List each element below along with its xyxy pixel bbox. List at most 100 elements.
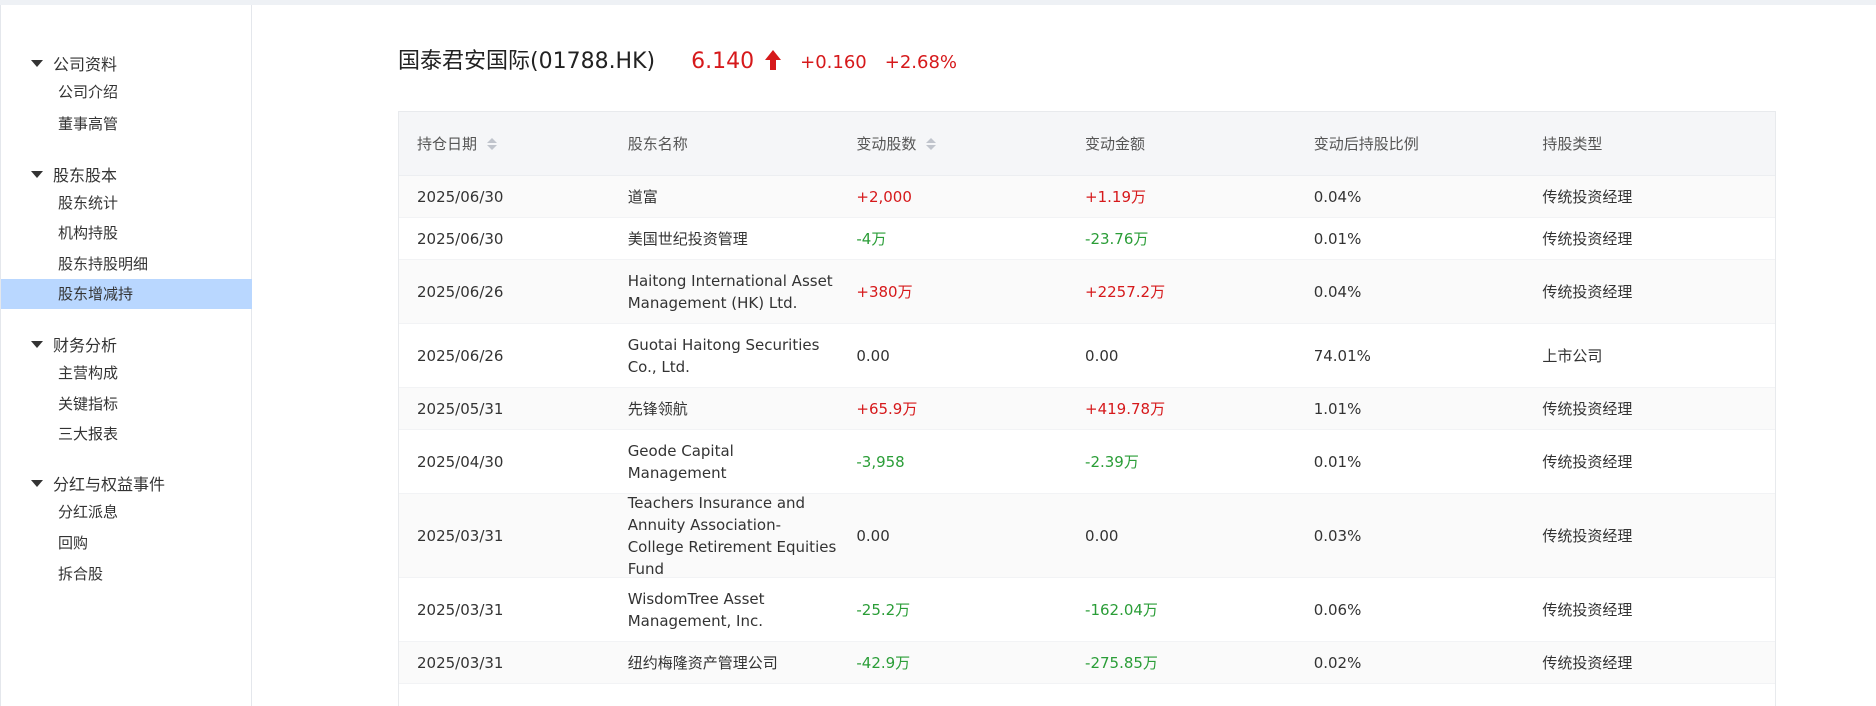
- sort-icon[interactable]: [487, 137, 498, 150]
- nav-item-main-business[interactable]: 主营构成: [1, 358, 252, 388]
- nav-item-dividend[interactable]: 分红派息: [1, 497, 252, 527]
- cell-amount: -162.04万: [1085, 600, 1158, 619]
- cell-date: 2025/06/26: [417, 346, 504, 365]
- cell-ratio: 0.01%: [1313, 452, 1362, 471]
- header-amount: 变动金额: [1085, 135, 1146, 153]
- cell-amount: -2.39万: [1085, 452, 1139, 471]
- cell-type: 传统投资经理: [1542, 229, 1633, 248]
- cell-shares: +65.9万: [856, 399, 918, 418]
- cell-amount: +419.78万: [1085, 399, 1166, 418]
- cell-shares: 0.00: [856, 526, 890, 545]
- cell-type: 传统投资经理: [1542, 452, 1633, 471]
- nav-item-executives[interactable]: 董事高管: [1, 109, 252, 139]
- cell-amount: 0.00: [1085, 346, 1119, 365]
- nav-group-title[interactable]: 财务分析: [31, 332, 117, 356]
- cell-shares: +380万: [856, 282, 913, 301]
- price-change-pct: +2.68%: [884, 52, 957, 73]
- cell-shares: -4万: [856, 229, 887, 248]
- nav-item-shareholder-stats[interactable]: 股东统计: [1, 188, 252, 218]
- caret-down-icon: [31, 59, 43, 67]
- table-row: 2025/03/31 纽约梅隆资产管理公司 -42.9万 -275.85万 0.02% 传…: [399, 642, 1775, 684]
- header-shares[interactable]: 变动股数: [856, 133, 1085, 154]
- table-row: 2025/05/31 先锋领航 +65.9万 +419.78万 1.01% 传统投资经理: [399, 388, 1775, 430]
- header-date[interactable]: 持仓日期: [399, 133, 628, 154]
- cell-type: 传统投资经理: [1542, 282, 1633, 301]
- table-body: 2025/06/30嘉信投资管理+10.25万+60.76万0.03%传统投资经…: [399, 140, 1775, 684]
- nav-item-holding-changes[interactable]: 股东增减持: [1, 279, 252, 309]
- cell-type: 传统投资经理: [1542, 526, 1633, 545]
- nav-group-title[interactable]: 公司资料: [31, 51, 117, 75]
- holding-changes-table: 持仓日期 股东名称 变动股数 变动金额 变动后持股比例 持股类型 2025/06…: [398, 111, 1776, 706]
- nav-item-buyback[interactable]: 回购: [1, 528, 252, 558]
- cell-date: 2025/03/31: [417, 526, 504, 545]
- cell-shares: +2,000: [856, 187, 912, 206]
- nav-item-statements[interactable]: 三大报表: [1, 419, 252, 449]
- cell-holder: Haitong International Asset Management (…: [627, 271, 833, 312]
- nav-group-title[interactable]: 股东股本: [31, 162, 117, 186]
- sidebar: 公司资料 公司介绍 董事高管 股东股本 股东统计 机构持股 股东持股明细 股东增…: [0, 5, 252, 706]
- stock-header: 国泰君安国际(01788.HK) 6.140 +0.160 +2.68%: [398, 43, 957, 75]
- cell-holder: 先锋领航: [627, 399, 688, 418]
- table-row: 2025/04/30 Geode Capital Management -3,958…: [399, 430, 1775, 494]
- caret-down-icon: [31, 340, 43, 348]
- table-row: 2025/06/26 Haitong International Asset Ma…: [399, 260, 1775, 324]
- sort-icon[interactable]: [926, 137, 937, 150]
- table-row: 2025/06/30 美国世纪投资管理 -4万 -23.76万 0.01% 传统投资经理: [399, 218, 1775, 260]
- nav-item-split[interactable]: 拆合股: [1, 559, 252, 589]
- cell-holder: Guotai Haitong Securities Co., Ltd.: [627, 335, 820, 376]
- cell-holder: 纽约梅隆资产管理公司: [627, 653, 778, 672]
- cell-type: 传统投资经理: [1542, 399, 1633, 418]
- cell-holder: Geode Capital Management: [627, 441, 734, 482]
- header-type: 持股类型: [1542, 135, 1603, 153]
- caret-down-icon: [31, 479, 43, 487]
- cell-amount: -275.85万: [1085, 653, 1158, 672]
- price-change: +0.160: [800, 52, 867, 73]
- cell-ratio: 0.06%: [1313, 600, 1362, 619]
- cell-type: 传统投资经理: [1542, 653, 1633, 672]
- cell-date: 2025/03/31: [417, 600, 504, 619]
- header-ratio: 变动后持股比例: [1313, 135, 1419, 153]
- table-header: 持仓日期 股东名称 变动股数 变动金额 变动后持股比例 持股类型: [399, 112, 1775, 176]
- cell-ratio: 0.04%: [1313, 187, 1362, 206]
- cell-ratio: 0.01%: [1313, 229, 1362, 248]
- table-row: 2025/03/31 WisdomTree Asset Management, I…: [399, 578, 1775, 642]
- cell-date: 2025/06/26: [417, 282, 504, 301]
- cell-shares: -25.2万: [856, 600, 911, 619]
- stock-name: 国泰君安国际(01788.HK): [398, 49, 656, 74]
- cell-date: 2025/06/30: [417, 229, 504, 248]
- cell-ratio: 0.04%: [1313, 282, 1362, 301]
- cell-ratio: 74.01%: [1313, 346, 1371, 365]
- cell-type: 传统投资经理: [1542, 187, 1633, 206]
- cell-ratio: 1.01%: [1313, 399, 1362, 418]
- cell-date: 2025/05/31: [417, 399, 504, 418]
- caret-down-icon: [31, 170, 43, 178]
- cell-amount: +1.19万: [1085, 187, 1146, 206]
- cell-type: 传统投资经理: [1542, 600, 1633, 619]
- stock-price: 6.140: [691, 49, 755, 74]
- cell-date: 2025/04/30: [417, 452, 504, 471]
- cell-date: 2025/06/30: [417, 187, 504, 206]
- table-row: 2025/06/26 Guotai Haitong Securities Co.,…: [399, 324, 1775, 388]
- nav-item-key-indicators[interactable]: 关键指标: [1, 389, 252, 419]
- cell-shares: -3,958: [856, 452, 905, 471]
- header-holder: 股东名称: [627, 135, 688, 153]
- main-content: 国泰君安国际(01788.HK) 6.140 +0.160 +2.68% 持仓日…: [252, 5, 1876, 706]
- table-row: 2025/06/30 道富 +2,000 +1.19万 0.04% 传统投资经理: [399, 176, 1775, 218]
- nav-item-company-intro[interactable]: 公司介绍: [1, 77, 252, 107]
- cell-holder: WisdomTree Asset Management, Inc.: [627, 589, 765, 630]
- nav-group-title[interactable]: 分红与权益事件: [31, 471, 165, 495]
- arrow-up-icon: [765, 50, 782, 70]
- cell-ratio: 0.03%: [1313, 526, 1362, 545]
- table-row: 2025/03/31 Teachers Insurance and Annuity…: [399, 494, 1775, 578]
- cell-amount: -23.76万: [1085, 229, 1149, 248]
- cell-holder: Teachers Insurance and Annuity Associati…: [627, 493, 837, 578]
- cell-holder: 美国世纪投资管理: [627, 229, 748, 248]
- nav-item-holding-detail[interactable]: 股东持股明细: [1, 249, 252, 279]
- cell-amount: +2257.2万: [1085, 282, 1166, 301]
- cell-holder: 道富: [627, 187, 658, 206]
- cell-type: 上市公司: [1542, 346, 1603, 365]
- cell-amount: 0.00: [1085, 526, 1119, 545]
- cell-date: 2025/03/31: [417, 653, 504, 672]
- cell-shares: -42.9万: [856, 653, 911, 672]
- nav-item-institutional[interactable]: 机构持股: [1, 218, 252, 248]
